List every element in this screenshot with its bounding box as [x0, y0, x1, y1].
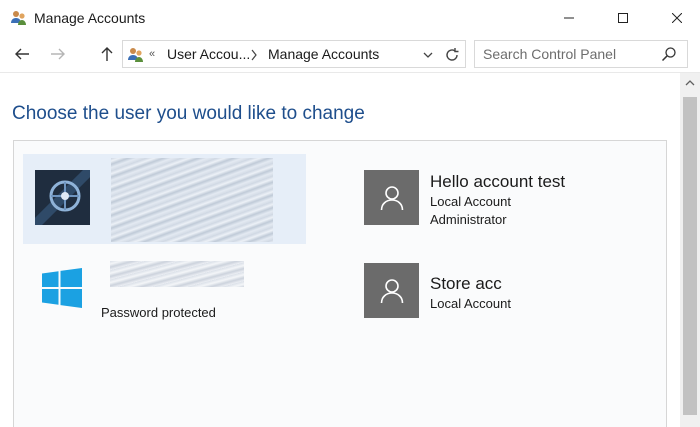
- overflow-chevron-icon[interactable]: «: [149, 46, 155, 62]
- chevron-down-icon[interactable]: [421, 48, 435, 62]
- page-heading: Choose the user you would like to change: [12, 103, 365, 124]
- maximize-icon: [618, 13, 628, 23]
- breadcrumb-user-accounts[interactable]: User Accou...: [167, 46, 250, 63]
- minimize-button[interactable]: [546, 0, 592, 36]
- arrow-left-icon: [15, 48, 29, 60]
- account-name[interactable]: Hello account test: [430, 172, 565, 192]
- user-accounts-icon: [128, 48, 143, 62]
- account-role: Administrator: [430, 212, 507, 227]
- refresh-icon[interactable]: [443, 46, 461, 64]
- breadcrumb-manage-accounts[interactable]: Manage Accounts: [268, 46, 379, 63]
- account-name[interactable]: Store acc: [430, 274, 502, 294]
- navigation-bar: « User Accou... Manage Accounts: [0, 36, 700, 73]
- windows-logo-icon[interactable]: [42, 268, 82, 308]
- chevron-right-icon[interactable]: [250, 49, 258, 61]
- account-tile-hello[interactable]: [364, 170, 419, 225]
- maximize-button[interactable]: [600, 0, 646, 36]
- account-tile-store[interactable]: [364, 263, 419, 318]
- search-input[interactable]: [475, 41, 659, 67]
- user-icon: [380, 278, 403, 303]
- account-status: Password protected: [101, 305, 216, 320]
- content-area: Choose the user you would like to change: [0, 73, 680, 427]
- blurred-account-name: [110, 261, 244, 287]
- accounts-panel: Password protected Hello account test Lo…: [13, 140, 667, 427]
- arrow-up-icon: [101, 47, 113, 61]
- account-type: Local Account: [430, 194, 511, 209]
- user-accounts-icon: [11, 11, 26, 25]
- minimize-icon: [564, 17, 574, 19]
- user-icon: [380, 185, 403, 210]
- scroll-up-button[interactable]: [680, 73, 700, 93]
- title-bar: Manage Accounts: [0, 0, 700, 36]
- search-icon[interactable]: [661, 46, 677, 62]
- manage-accounts-window: Manage Accounts « User Accou... Manage A…: [0, 0, 700, 427]
- address-bar[interactable]: « User Accou... Manage Accounts: [122, 40, 466, 68]
- close-button[interactable]: [654, 0, 700, 36]
- blurred-account-name: [111, 158, 273, 242]
- scrollbar-thumb[interactable]: [683, 97, 697, 415]
- back-button[interactable]: [10, 43, 34, 65]
- account-type: Local Account: [430, 296, 511, 311]
- close-icon: [672, 13, 682, 23]
- forward-button[interactable]: [46, 43, 70, 65]
- search-box[interactable]: [474, 40, 688, 68]
- chevron-up-icon: [685, 80, 695, 86]
- up-button[interactable]: [95, 43, 119, 65]
- account-picture[interactable]: [35, 170, 90, 225]
- window-title: Manage Accounts: [34, 10, 146, 26]
- arrow-right-icon: [51, 48, 65, 60]
- profile-photo-icon: [35, 170, 90, 225]
- vertical-scrollbar[interactable]: [680, 73, 700, 427]
